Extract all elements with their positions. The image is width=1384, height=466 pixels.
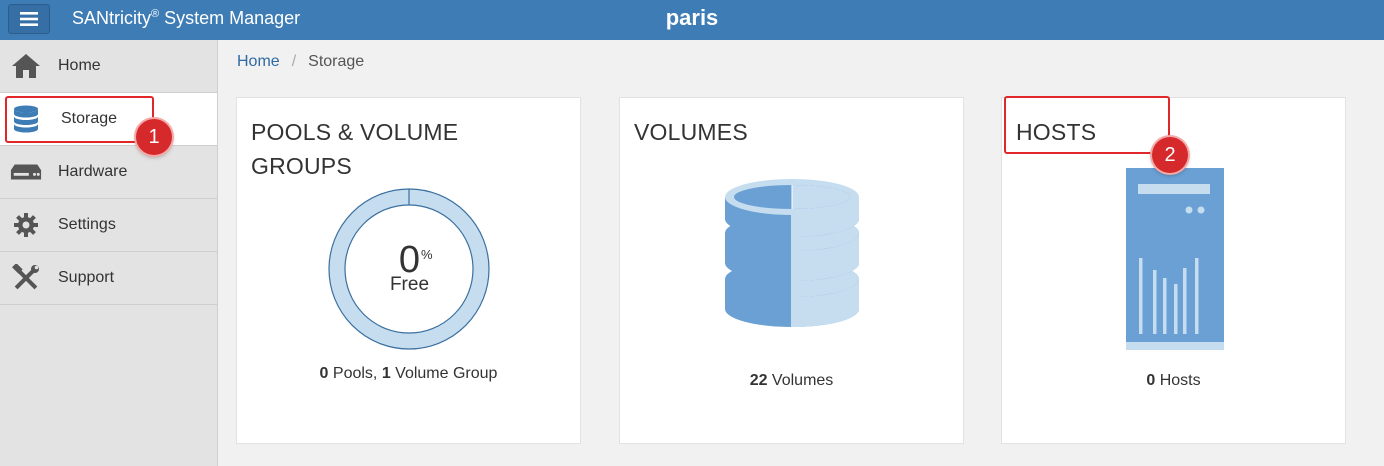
gear-icon [10,209,42,241]
pools-summary: 0 Pools, 1 Volume Group [319,365,498,382]
hardware-icon [10,156,42,188]
pools-volume-groups-card[interactable]: POOLS & VOLUME GROUPS 0 % Free 0 Pools, … [236,97,581,444]
callout-box-hosts [1004,96,1170,154]
callout-number-1: 1 [136,119,172,155]
tools-icon [10,262,42,294]
breadcrumb: Home / Storage [237,53,364,71]
breadcrumb-home-link[interactable]: Home [237,53,280,70]
home-icon [10,50,42,82]
sidebar-item-label: Settings [58,216,116,233]
top-bar: SANtricity® System Manager paris [0,0,1384,40]
volumes-card[interactable]: VOLUMES 22 Volumes [619,97,964,444]
breadcrumb-current: Storage [308,53,365,70]
hosts-count: 0 Hosts [1146,372,1201,389]
card-title: POOLS & VOLUME GROUPS [251,119,459,179]
free-label: Free [389,274,430,295]
sidebar-item-label: Support [58,269,115,286]
volumes-count: 22 Volumes [749,372,834,389]
sidebar-item-hardware[interactable]: Hardware [0,146,217,199]
card-title: VOLUMES [634,119,748,145]
sidebar-item-label: Home [58,57,101,74]
system-name: paris [665,5,719,30]
sidebar-item-label: Hardware [58,163,128,180]
sidebar-item-support[interactable]: Support [0,252,217,305]
sidebar-item-home[interactable]: Home [0,40,217,93]
callout-number-2: 2 [1152,137,1188,173]
breadcrumb-separator: / [291,53,297,70]
free-percentage-unit: % [421,247,433,262]
sidebar-item-settings[interactable]: Settings [0,199,217,252]
volumes-database-icon [725,179,859,328]
server-icon [1126,168,1224,350]
callout-box-storage [5,96,154,143]
